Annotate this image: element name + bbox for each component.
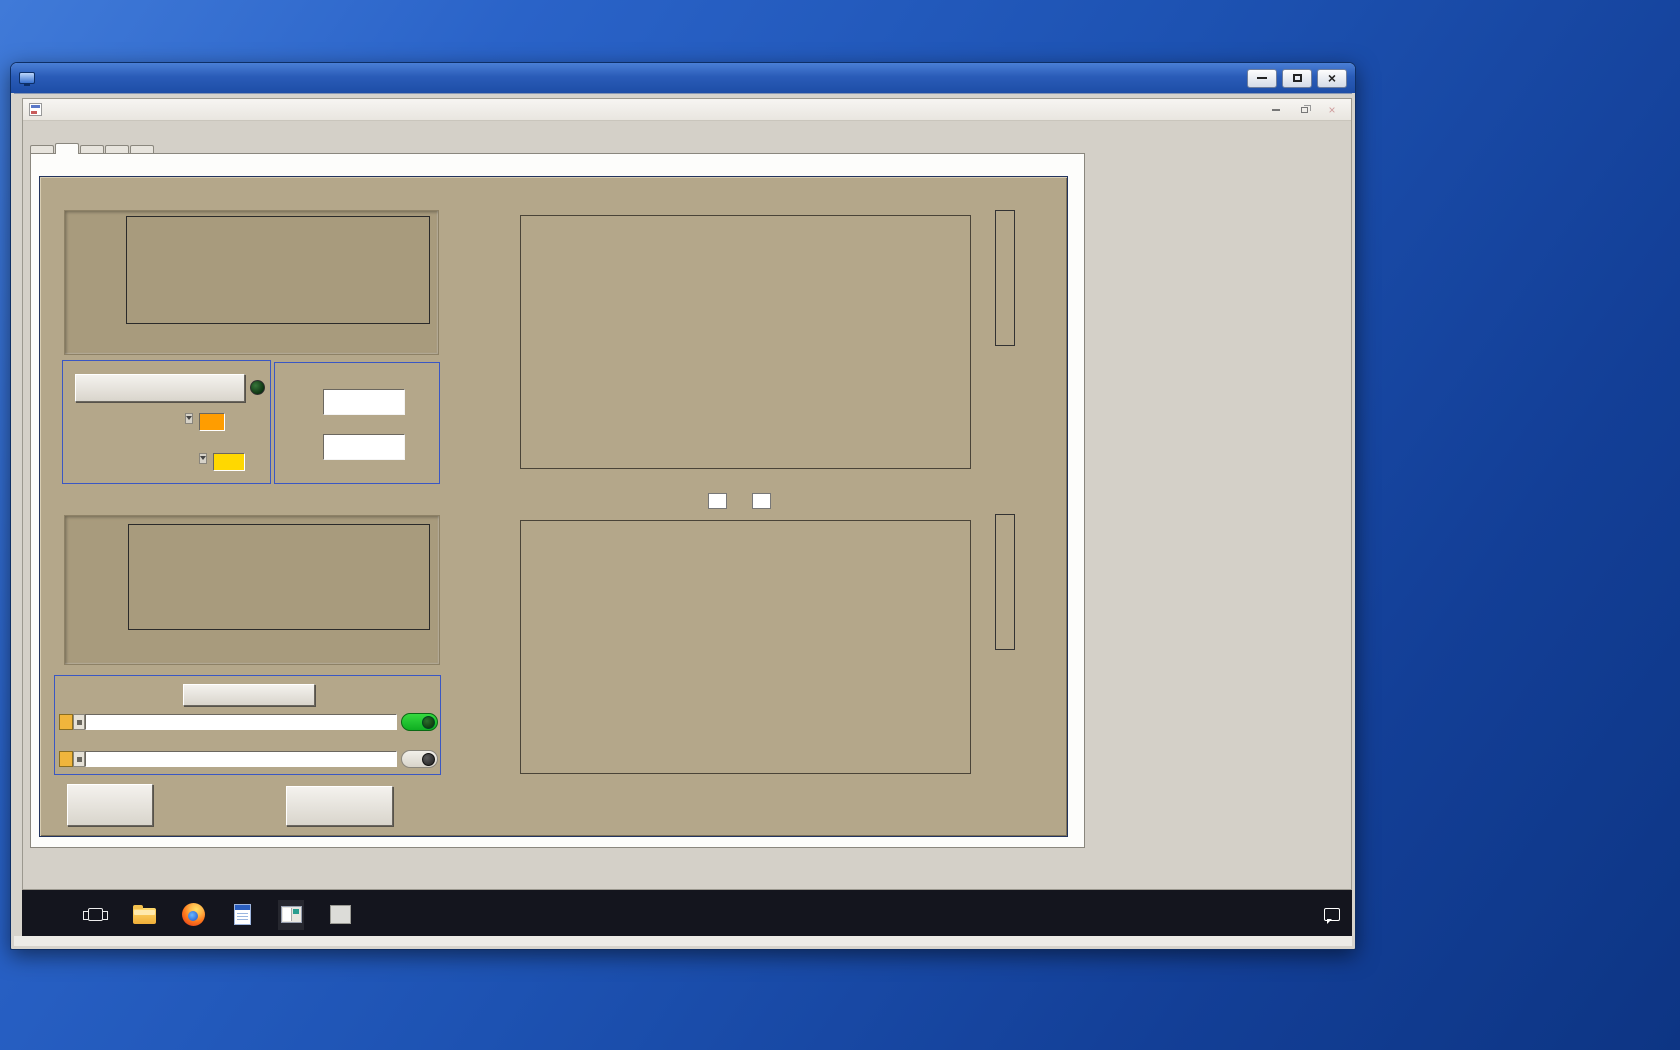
app-close-button[interactable]: × (1319, 102, 1345, 118)
backscatter-heatmap-canvas (520, 215, 971, 469)
scanner-position-box (274, 362, 440, 484)
app-window-glyph (280, 906, 302, 923)
ascope-y-ticks (85, 216, 123, 322)
raw-path-row (59, 750, 438, 768)
scan-scheduler-glyph (329, 905, 351, 924)
tab-page (30, 153, 1085, 848)
raw-path-field[interactable] (85, 751, 397, 767)
toggle-knob (422, 752, 435, 766)
velocity-graph (64, 515, 440, 665)
lidar-app-icon[interactable] (278, 899, 304, 930)
labview-vi-icon (29, 103, 42, 116)
browse-icon[interactable] (73, 751, 85, 767)
app-restore-button[interactable] (1291, 102, 1317, 118)
tab-real-time-data[interactable] (55, 143, 79, 154)
doppler-colorbar (995, 514, 1015, 650)
change-lidar-settings-button[interactable] (286, 786, 393, 826)
taskbar-icons (82, 899, 353, 930)
minimize-icon (1272, 108, 1280, 111)
rdp-titlebar[interactable]: × (11, 63, 1355, 93)
maximize-icon (1292, 74, 1302, 82)
taskbar (22, 890, 1352, 939)
rays-spinner[interactable] (185, 413, 198, 431)
doppler-heatmap-canvas (520, 520, 971, 774)
tab-strip (30, 130, 155, 154)
document-glyph (233, 904, 251, 925)
language-indicator[interactable] (1280, 911, 1292, 919)
restart-processed-file-button[interactable] (183, 684, 315, 706)
close-icon: × (1328, 102, 1336, 117)
restore-icon (1300, 104, 1311, 113)
firefox-glyph (181, 903, 205, 926)
ascope-x-ticks (126, 324, 428, 336)
desktop: × × (0, 0, 1680, 1050)
backscatter-colorbar-ticks (1017, 213, 1051, 341)
azimuth-value-display (323, 389, 405, 415)
drive-letter-box[interactable] (59, 714, 73, 730)
system-tray (1280, 890, 1352, 939)
tab-wind-profile[interactable] (130, 145, 154, 153)
data-logging-box (54, 675, 441, 775)
doppler-colorbar-ticks (1017, 517, 1051, 645)
background-controls-box (62, 360, 271, 484)
backscatter-y-ticks (476, 215, 516, 467)
decrement-icon[interactable] (185, 413, 193, 424)
tab-temp-humidity[interactable] (80, 145, 104, 153)
firefox-icon[interactable] (180, 900, 206, 930)
rdp-window: × × (10, 62, 1356, 950)
processed-path-row (59, 713, 438, 731)
app-minimize-button[interactable] (1263, 102, 1289, 118)
velocity-x-ticks (128, 631, 428, 643)
rdp-minimize-button[interactable] (1247, 68, 1277, 88)
front-panel (39, 176, 1068, 837)
processed-logging-toggle[interactable] (401, 713, 438, 731)
scan-scheduler-icon[interactable] (327, 900, 353, 930)
file-explorer-icon[interactable] (131, 900, 157, 930)
rays-value-field[interactable] (199, 413, 225, 431)
folder-glyph (132, 905, 156, 924)
processed-path-field[interactable] (85, 714, 397, 730)
app-window: × (22, 98, 1352, 890)
task-view-icon[interactable] (82, 900, 108, 930)
elevation-value-display (323, 434, 405, 460)
app-titlebar[interactable]: × (23, 99, 1351, 121)
task-view-glyph (82, 908, 108, 921)
backscatter-colorbar (995, 210, 1015, 346)
average-total-field (752, 493, 771, 509)
ascope-plot-canvas (126, 216, 430, 324)
tab-scheduling[interactable] (105, 145, 129, 153)
document-app-icon[interactable] (229, 900, 255, 930)
average-number-field[interactable] (708, 493, 727, 509)
close-icon: × (1327, 70, 1337, 86)
snr-spinner[interactable] (199, 453, 212, 471)
rdp-maximize-button[interactable] (1282, 68, 1312, 88)
tab-system-setup[interactable] (30, 145, 54, 153)
stop-software-button[interactable] (67, 784, 153, 826)
renew-status-led (250, 380, 265, 395)
rdp-client-area: × (14, 93, 1352, 946)
rdp-bottom-edge (14, 936, 1352, 946)
velocity-y-ticks (81, 524, 125, 628)
drive-letter-box[interactable] (59, 751, 73, 767)
raw-logging-toggle[interactable] (401, 750, 438, 768)
toggle-knob (422, 715, 435, 729)
doppler-y-ticks (476, 520, 516, 772)
minimize-icon (1257, 77, 1267, 79)
snr-value-field[interactable] (213, 453, 245, 471)
decrement-icon[interactable] (199, 453, 207, 464)
rdp-computer-icon (19, 72, 35, 86)
browse-icon[interactable] (73, 714, 85, 730)
renew-background-button[interactable] (75, 374, 245, 402)
ascope-graph (64, 210, 439, 355)
velocity-plot-canvas (128, 524, 430, 630)
rdp-close-button[interactable]: × (1317, 68, 1347, 88)
action-center-icon[interactable] (1324, 908, 1340, 921)
